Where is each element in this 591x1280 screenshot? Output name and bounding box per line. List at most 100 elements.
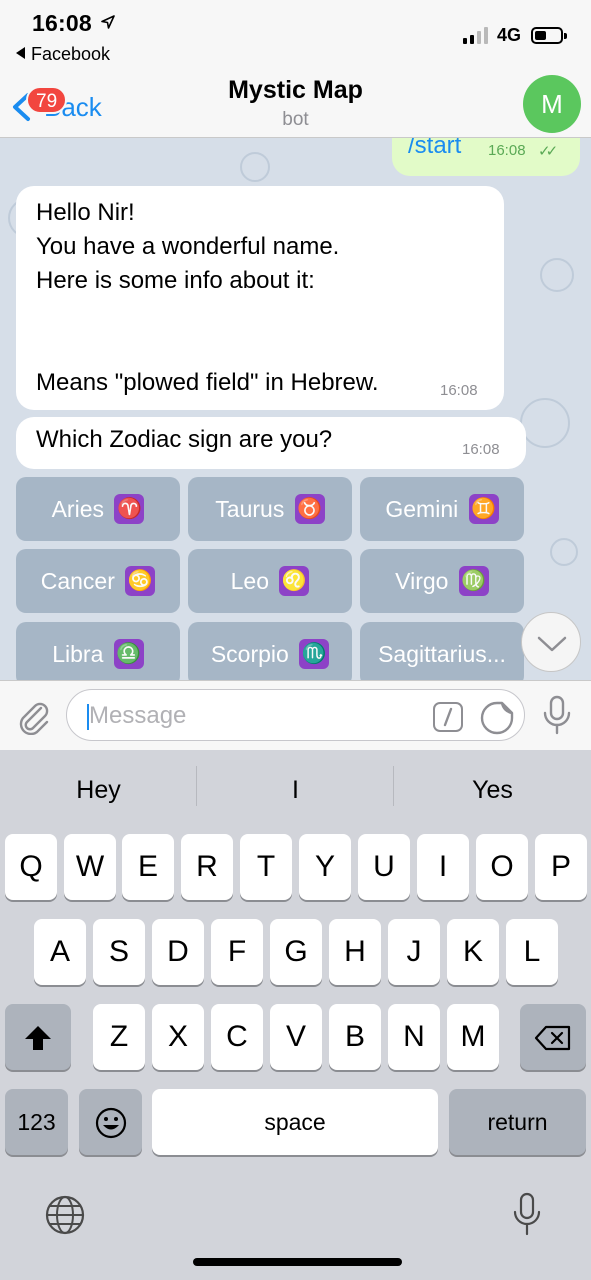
double-check-icon: ✓✓ (538, 143, 558, 160)
outgoing-message[interactable]: /start 16:08 ✓✓ (392, 138, 580, 176)
scorpio-icon: ♏ (299, 639, 330, 669)
emoji-key[interactable] (79, 1089, 142, 1155)
location-arrow-icon (101, 15, 115, 29)
microphone-icon[interactable] (540, 695, 574, 737)
key-f[interactable]: F (211, 919, 263, 985)
zodiac-button-sagittarius[interactable]: Sagittarius... (360, 622, 524, 680)
avatar[interactable]: M (523, 75, 581, 133)
key-v[interactable]: V (270, 1004, 322, 1070)
network-type: 4G (497, 25, 522, 45)
key-z[interactable]: Z (93, 1004, 145, 1070)
zodiac-button-cancer[interactable]: Cancer ♋ (16, 549, 180, 613)
bot-command-icon[interactable] (433, 702, 463, 732)
key-x[interactable]: X (152, 1004, 204, 1070)
message-input[interactable] (89, 698, 419, 734)
zodiac-button-label: Gemini (385, 496, 459, 522)
suggestion-item[interactable]: I (197, 776, 394, 805)
zodiac-button-label: Leo (230, 568, 269, 594)
wallpaper-doodle (550, 538, 578, 566)
message-time: 16:08 (462, 441, 500, 458)
zodiac-button-label: Taurus (215, 496, 285, 522)
key-k[interactable]: K (447, 919, 499, 985)
key-p[interactable]: P (535, 834, 587, 900)
key-h[interactable]: H (329, 919, 381, 985)
key-t[interactable]: T (240, 834, 292, 900)
scroll-down-button[interactable] (521, 612, 581, 672)
back-to-app-link[interactable]: Facebook (16, 44, 110, 65)
predictive-bar: Hey I Yes (0, 750, 591, 832)
zodiac-button-aries[interactable]: Aries ♈ (16, 477, 180, 541)
key-r[interactable]: R (181, 834, 233, 900)
shift-key[interactable] (5, 1004, 71, 1070)
chat-area[interactable]: /start 16:08 ✓✓ Hello Nir! You have a wo… (0, 138, 591, 680)
back-app-label: Facebook (31, 44, 111, 64)
key-m[interactable]: M (447, 1004, 499, 1070)
outgoing-message-text[interactable]: /start (408, 138, 461, 160)
chat-subtitle: bot (282, 109, 309, 130)
key-e[interactable]: E (122, 834, 174, 900)
wallpaper-doodle (240, 152, 270, 182)
key-a[interactable]: A (34, 919, 86, 985)
key-s[interactable]: S (93, 919, 145, 985)
key-l[interactable]: L (506, 919, 558, 985)
leo-icon: ♌ (279, 566, 310, 596)
suggestion-item[interactable]: Yes (394, 776, 591, 805)
libra-icon: ♎ (113, 639, 144, 669)
key-b[interactable]: B (329, 1004, 381, 1070)
status-bar: 16:08 Facebook 4G (0, 0, 591, 66)
incoming-message[interactable]: Hello Nir! You have a wonderful name. He… (16, 186, 504, 410)
virgo-icon: ♍ (458, 566, 489, 596)
key-c[interactable]: C (211, 1004, 263, 1070)
home-indicator[interactable] (193, 1258, 402, 1266)
suggestion-item[interactable]: Hey (0, 776, 197, 805)
zodiac-button-label: Scorpio (210, 641, 289, 667)
onscreen-keyboard: Hey I Yes Q W E R T Y U I O P A S D F G … (0, 750, 591, 1280)
zodiac-button-leo[interactable]: Leo ♌ (188, 549, 352, 613)
back-triangle-icon (16, 47, 25, 59)
paperclip-icon[interactable] (14, 697, 52, 735)
status-time: 16:08 (32, 10, 92, 36)
sticker-icon[interactable] (480, 701, 514, 735)
zodiac-button-virgo[interactable]: Virgo ♍ (360, 549, 524, 613)
shift-arrow-icon (25, 1026, 51, 1051)
zodiac-button-libra[interactable]: Libra ♎ (16, 622, 180, 680)
taurus-icon: ♉ (294, 494, 325, 524)
battery-icon (531, 27, 567, 44)
emoji-icon (95, 1107, 126, 1139)
zodiac-button-gemini[interactable]: Gemini ♊ (360, 477, 524, 541)
message-input-field[interactable] (66, 689, 525, 741)
key-w[interactable]: W (64, 834, 116, 900)
message-line: Which Zodiac sign are you? (36, 426, 333, 453)
zodiac-button-label: Aries (51, 496, 104, 522)
return-key[interactable]: return (449, 1089, 586, 1155)
key-n[interactable]: N (388, 1004, 440, 1070)
key-i[interactable]: I (417, 834, 469, 900)
zodiac-button-scorpio[interactable]: Scorpio ♏ (188, 622, 352, 680)
zodiac-button-label: Virgo (395, 568, 449, 594)
chevron-down-icon (537, 636, 567, 652)
backspace-icon (534, 1025, 571, 1051)
zodiac-button-taurus[interactable]: Taurus ♉ (188, 477, 352, 541)
key-u[interactable]: U (358, 834, 410, 900)
dictation-microphone-icon[interactable] (510, 1192, 544, 1238)
message-line: Means "plowed field" in Hebrew. (36, 369, 379, 396)
space-key[interactable]: space (152, 1089, 438, 1155)
message-line: Here is some info about it: (36, 267, 315, 294)
key-d[interactable]: D (152, 919, 204, 985)
zodiac-button-label: Sagittarius... (378, 641, 506, 667)
cancer-icon: ♋ (125, 566, 156, 596)
incoming-message[interactable]: Which Zodiac sign are you? 16:08 (16, 417, 526, 469)
chat-title[interactable]: Mystic Map (0, 76, 591, 105)
key-j[interactable]: J (388, 919, 440, 985)
key-q[interactable]: Q (5, 834, 57, 900)
numbers-key[interactable]: 123 (5, 1089, 68, 1155)
key-g[interactable]: G (270, 919, 322, 985)
message-time: 16:08 (488, 142, 526, 159)
globe-icon[interactable] (44, 1194, 86, 1236)
key-y[interactable]: Y (299, 834, 351, 900)
key-o[interactable]: O (476, 834, 528, 900)
gemini-icon: ♊ (468, 494, 499, 524)
delete-key[interactable] (520, 1004, 586, 1070)
zodiac-button-label: Cancer (40, 568, 115, 594)
aries-icon: ♈ (114, 494, 145, 524)
